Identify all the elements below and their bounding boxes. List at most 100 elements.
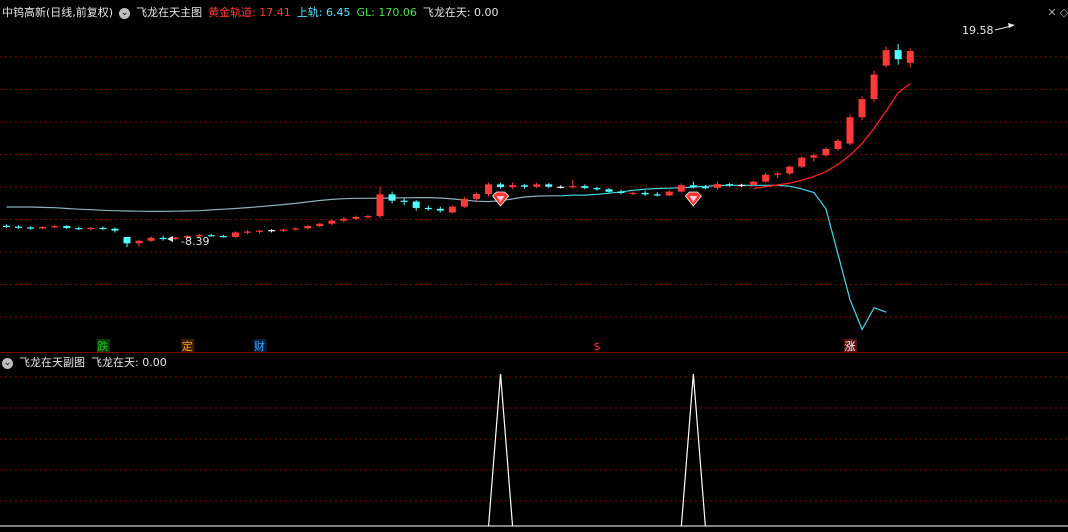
panel-divider xyxy=(0,352,1068,353)
candle-body xyxy=(798,157,806,167)
candle-body xyxy=(147,237,155,241)
main-indicator-header: 中钨高新(日线,前复权) ⌄ 飞龙在天主图 黄金轨道: 17.41 上轨: 6.… xyxy=(2,5,499,21)
candle-body xyxy=(472,193,480,199)
candle-body xyxy=(846,117,854,144)
candle-body xyxy=(713,184,721,188)
candle-body xyxy=(882,50,890,66)
candle-body xyxy=(388,194,396,201)
signal-badge: 跌 xyxy=(97,339,108,352)
candle-body xyxy=(27,227,35,229)
candle-body xyxy=(376,194,384,217)
candle-body xyxy=(557,186,565,188)
candle-body xyxy=(219,236,227,238)
candle-body xyxy=(280,229,288,231)
candle-body xyxy=(448,206,456,213)
candle-body xyxy=(533,184,541,187)
candle-body xyxy=(774,173,782,175)
candle-body xyxy=(581,186,589,188)
candle-body xyxy=(87,227,95,230)
sub-indicator-chart[interactable] xyxy=(0,352,1068,532)
candle-body xyxy=(316,223,324,227)
panel-menu-icon[interactable]: ◇ xyxy=(1058,7,1068,19)
candle-body xyxy=(750,181,758,185)
signal-badge: $ xyxy=(593,340,600,352)
candle-body xyxy=(870,74,878,100)
candle-body xyxy=(159,237,167,240)
gold-track-line xyxy=(753,82,911,190)
candle-body xyxy=(677,185,685,192)
candle-body xyxy=(436,208,444,211)
signal-spike xyxy=(487,373,514,527)
signal-spike xyxy=(680,373,706,527)
candle-body xyxy=(400,200,408,202)
candle-body xyxy=(352,217,360,219)
candle-body xyxy=(460,198,468,207)
candle-body xyxy=(75,228,83,230)
candle-body xyxy=(834,140,842,149)
indicator-name[interactable]: 飞龙在天主图 xyxy=(136,5,202,21)
candle-body xyxy=(111,228,119,231)
candle-body xyxy=(3,225,10,227)
candle-body xyxy=(39,226,47,229)
high-price-arrow-head xyxy=(1008,23,1015,28)
candle-body xyxy=(689,185,697,188)
candle-body xyxy=(268,230,276,232)
gold-track-value: 黄金轨道: 17.41 xyxy=(208,6,291,19)
candle-body xyxy=(858,99,866,118)
candle-body xyxy=(545,184,553,187)
signal-badge: 涨 xyxy=(845,340,856,352)
stock-title[interactable]: 中钨高新(日线,前复权) xyxy=(2,5,113,21)
candle-body xyxy=(629,192,637,195)
candle-body xyxy=(99,227,107,230)
upper-track-value: 上轨: 6.45 xyxy=(296,6,351,19)
dropdown-chevron-icon[interactable]: ⌄ xyxy=(119,7,131,19)
low-price-label: -8.39 xyxy=(181,235,209,248)
candle-body xyxy=(701,187,709,189)
candle-body xyxy=(328,220,336,224)
candle-body xyxy=(762,174,770,182)
candle-body xyxy=(304,226,312,229)
candle-body xyxy=(726,184,733,186)
candle-body xyxy=(665,191,673,196)
gl-value: GL: 170.06 xyxy=(356,6,417,19)
candle-body xyxy=(906,51,914,63)
flying-dragon-value: 飞龙在天: 0.00 xyxy=(422,6,499,19)
candle-body xyxy=(424,207,432,210)
sub-indicator-header: ⌄ 飞龙在天副图 飞龙在天: 0.00 xyxy=(2,355,167,371)
dropdown-chevron-icon[interactable]: ⌄ xyxy=(2,357,13,369)
candle-body xyxy=(894,50,902,60)
candle-body xyxy=(63,226,71,229)
candle-body xyxy=(256,230,264,232)
candle-body xyxy=(509,185,517,188)
candle-body xyxy=(485,184,492,194)
low-price-arrow-head xyxy=(167,236,173,242)
candle-body xyxy=(593,187,601,190)
candle-body xyxy=(653,194,661,196)
candle-body xyxy=(641,192,649,195)
close-icon[interactable]: ✕ xyxy=(1046,7,1058,19)
candle-body xyxy=(617,191,625,193)
candle-body xyxy=(738,184,746,187)
candle-body xyxy=(123,236,131,244)
high-price-label: 19.58 xyxy=(962,24,994,37)
candle-body xyxy=(810,155,818,158)
upper-track-line xyxy=(560,184,887,331)
candle-body xyxy=(497,184,505,188)
candle-body xyxy=(786,166,794,174)
candle-body xyxy=(51,226,59,228)
sub-flying-dragon-value: 飞龙在天: 0.00 xyxy=(91,356,167,369)
candle-body xyxy=(569,186,577,188)
candle-body xyxy=(244,231,251,233)
main-price-chart[interactable]: 19.58 -8.39 跌 定 财 $ 涨 xyxy=(0,0,1068,352)
candle-body xyxy=(364,216,372,218)
candle-body xyxy=(521,185,529,187)
candle-body xyxy=(231,232,239,237)
candle-body xyxy=(292,228,300,230)
candle-body xyxy=(412,201,420,208)
sub-indicator-name[interactable]: 飞龙在天副图 xyxy=(19,355,85,371)
candle-body xyxy=(15,226,23,228)
candle-body xyxy=(340,218,348,221)
signal-badge: 财 xyxy=(254,339,265,352)
signal-badge: 定 xyxy=(182,339,193,352)
candle-body xyxy=(135,240,143,244)
